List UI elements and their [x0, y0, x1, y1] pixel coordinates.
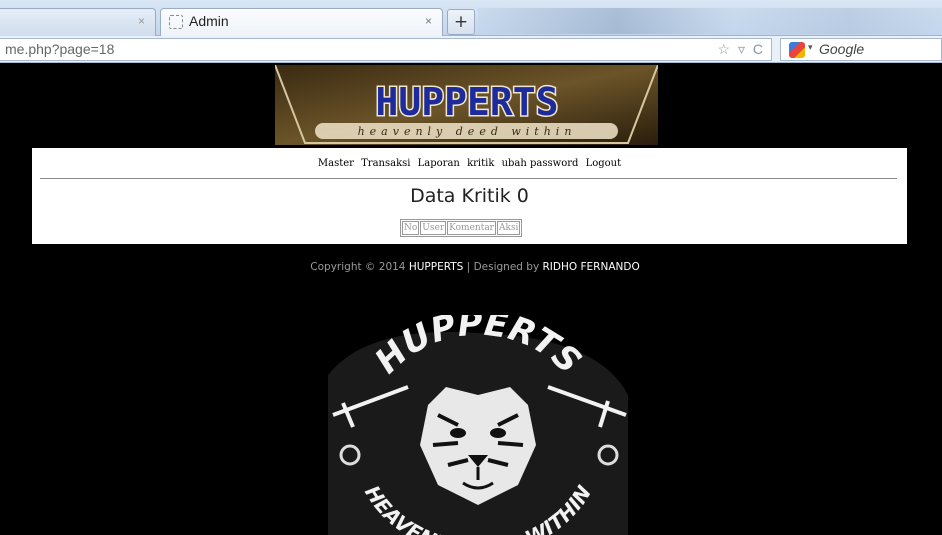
column-header-komentar: Komentar	[447, 221, 496, 235]
search-placeholder: Google	[819, 41, 865, 57]
main-menu: Master Transaksi Laporan kritik ubah pas…	[32, 158, 907, 169]
designer-name: RIDHO FERNANDO	[542, 261, 640, 273]
url-text: me.php?page=18	[5, 41, 115, 57]
tabbar-background	[478, 8, 942, 34]
tab-title: Admin	[189, 13, 229, 29]
menu-item-kritik[interactable]: kritik	[467, 158, 494, 169]
reload-icon[interactable]: C	[753, 41, 763, 57]
tab-previous[interactable]: ×	[0, 8, 156, 36]
footer-brand: HUPPERTS	[408, 261, 464, 273]
menu-divider	[40, 178, 897, 179]
column-header-user: User	[420, 221, 447, 235]
menu-item-ubah-password[interactable]: ubah password	[502, 158, 579, 169]
designed-by-text: Designed by	[473, 261, 540, 273]
close-tab-icon[interactable]: ×	[425, 14, 432, 28]
search-engine-dropdown-icon[interactable]: ▾	[808, 42, 813, 53]
close-tab-icon[interactable]: ×	[138, 14, 145, 28]
page-favicon-icon	[169, 15, 183, 29]
column-header-no: No	[402, 221, 420, 235]
menu-item-logout[interactable]: Logout	[586, 158, 622, 169]
banner-tagline: heavenly deed within	[358, 125, 577, 138]
navigation-bar: me.php?page=18 ☆ ▿ C ▾ Google	[0, 36, 942, 63]
address-bar[interactable]: me.php?page=18 ☆ ▿ C	[0, 38, 772, 61]
menu-item-master[interactable]: Master	[318, 158, 354, 169]
page-body: HUPPERTS heavenly deed within Master Tra…	[8, 63, 942, 535]
page-title: Data Kritik 0	[410, 185, 529, 207]
menu-item-transaksi[interactable]: Transaksi	[361, 158, 410, 169]
kritik-table: No User Komentar Aksi	[400, 219, 523, 237]
site-banner: HUPPERTS heavenly deed within	[275, 65, 658, 145]
bookmark-star-icon[interactable]: ☆	[718, 41, 731, 57]
new-tab-button[interactable]: +	[447, 9, 475, 35]
table-header-row: No User Komentar Aksi	[402, 221, 521, 235]
tab-bar: × Admin × +	[0, 0, 942, 36]
column-header-aksi: Aksi	[496, 221, 521, 235]
hupperts-tiger-emblem: HUPPERTS HEAVENLY DEED WITHIN	[328, 315, 628, 535]
search-engine-icon[interactable]	[789, 42, 805, 58]
footer: Copyright © 2014 HUPPERTS | Designed by …	[8, 261, 942, 273]
history-dropdown-icon[interactable]: ▿	[738, 41, 745, 57]
content-panel: Master Transaksi Laporan kritik ubah pas…	[32, 148, 907, 244]
footer-separator: |	[466, 261, 471, 273]
search-input[interactable]: ▾ Google	[780, 38, 942, 61]
url-actions: ☆ ▿ C	[714, 41, 764, 58]
menu-item-laporan[interactable]: Laporan	[418, 158, 460, 169]
copyright-text: Copyright © 2014	[310, 261, 406, 273]
tab-admin[interactable]: Admin ×	[160, 8, 443, 36]
banner-title: HUPPERTS	[375, 80, 558, 124]
